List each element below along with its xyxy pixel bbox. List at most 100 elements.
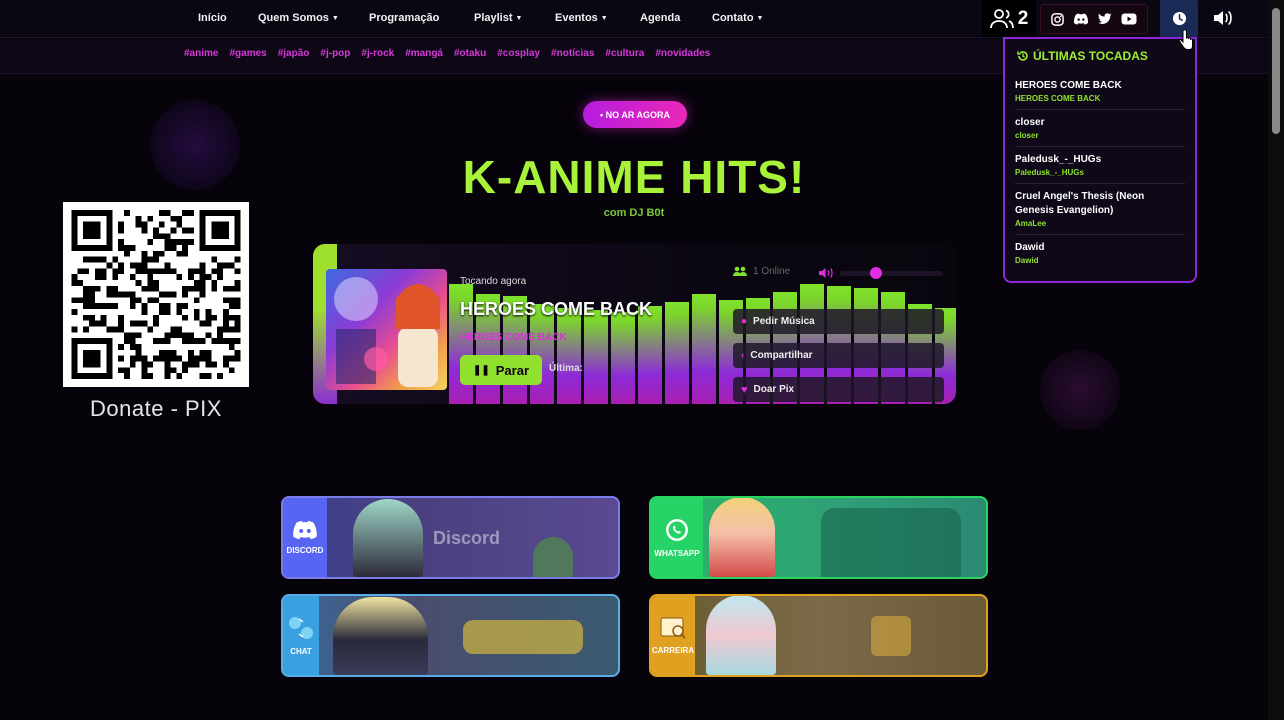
nav-label: Agenda: [640, 12, 681, 24]
tag-link[interactable]: #anime: [184, 48, 218, 59]
chat-icon: [289, 617, 313, 639]
instagram-icon[interactable]: [1051, 12, 1065, 26]
anime-character-art: [353, 499, 423, 577]
recently-played-dropdown: ÚLTIMAS TOCADAS HEROES COME BACK HEROES C…: [1003, 37, 1197, 283]
anime-character-art: [706, 596, 776, 675]
card-title: Discord: [433, 528, 501, 548]
chat-bubble-art: [463, 620, 583, 654]
tag-link[interactable]: #notícias: [551, 48, 594, 59]
radio-player: Tocando agora HEROES COME BACK HEROES CO…: [313, 244, 956, 404]
tag-link[interactable]: #japão: [278, 48, 310, 59]
audio-toggle-button[interactable]: [1212, 9, 1234, 32]
twitter-icon[interactable]: [1097, 13, 1112, 25]
last-track-label: Última:: [549, 363, 583, 374]
discord-card[interactable]: DISCORD Discord: [281, 496, 620, 579]
equalizer-bar: [665, 302, 689, 404]
history-artist: AmaLee: [1015, 219, 1047, 228]
tag-link[interactable]: #novidades: [655, 48, 710, 59]
listeners-count: 2: [1017, 7, 1029, 29]
nav-item-contato[interactable]: Contato ▼: [712, 12, 763, 24]
volume-slider[interactable]: [840, 271, 943, 276]
caret-down-icon: ▼: [600, 14, 608, 22]
mouse-pointer-icon: [1178, 30, 1193, 50]
nav-label: Início: [198, 12, 227, 24]
donate-pix-button[interactable]: ♥ Doar Pix: [733, 377, 944, 402]
history-item[interactable]: closer closer: [1015, 110, 1185, 147]
nav-label: Playlist: [474, 12, 513, 24]
discord-icon[interactable]: [1073, 13, 1089, 25]
heart-icon: ♥: [741, 383, 748, 396]
nav-item-agenda[interactable]: Agenda: [640, 12, 680, 24]
now-playing-label: Tocando agora: [460, 276, 527, 287]
nav-item-eventos[interactable]: Eventos ▼: [555, 12, 608, 24]
phone-art: [821, 508, 961, 577]
scrollbar-thumb[interactable]: [1272, 8, 1280, 134]
tag-link[interactable]: #cosplay: [497, 48, 540, 59]
history-icon: [1017, 51, 1028, 61]
tag-link[interactable]: #mangá: [405, 48, 443, 59]
stop-label: Parar: [495, 362, 529, 378]
discord-icon: [293, 520, 317, 540]
tag-link[interactable]: #j-pop: [320, 48, 350, 59]
online-count: 1 Online: [753, 266, 791, 277]
card-label: WHATSAPP: [654, 549, 700, 558]
nav-item-quem-somos[interactable]: Quem Somos ▼: [258, 12, 339, 24]
decorative-art: [871, 616, 911, 656]
history-artist: Paledusk_-_HUGs: [1015, 168, 1084, 177]
tag-link[interactable]: #otaku: [454, 48, 486, 59]
background-glow: [1040, 350, 1120, 430]
pause-icon: ❚❚: [472, 364, 490, 376]
users-icon: [989, 8, 1014, 28]
tag-link[interactable]: #j-rock: [361, 48, 394, 59]
history-title-row: ÚLTIMAS TOCADAS: [1017, 49, 1185, 63]
live-badge: • NO AR AGORA: [583, 101, 687, 128]
button-label: Pedir Música: [753, 316, 815, 327]
equalizer-bar: [584, 310, 608, 404]
stop-button[interactable]: ❚❚ Parar: [460, 355, 542, 385]
nav-item-playlist[interactable]: Playlist ▼: [474, 12, 522, 24]
history-title: ÚLTIMAS TOCADAS: [1033, 49, 1148, 63]
share-icon: ‹: [741, 350, 745, 361]
share-button[interactable]: ‹ Compartilhar: [733, 343, 944, 368]
pix-qr-code: [63, 202, 249, 387]
tag-list: #anime #games #japão #j-pop #j-rock #mangá #ot…: [184, 48, 710, 59]
career-card[interactable]: CARREIRA: [649, 594, 988, 677]
card-side: CARREIRA: [651, 596, 695, 675]
card-side: DISCORD: [283, 498, 327, 577]
history-item[interactable]: Cruel Angel's Thesis (Neon Genesis Evang…: [1015, 184, 1185, 235]
track-title: HEROES COME BACK: [460, 299, 653, 319]
anime-character-art: [709, 498, 775, 577]
nav-item-programacao[interactable]: Programação: [369, 12, 439, 24]
history-artist: Dawid: [1015, 256, 1039, 265]
equalizer-bar: [557, 308, 581, 404]
history-list: HEROES COME BACK HEROES COME BACK closer cl…: [1015, 73, 1185, 271]
chat-card[interactable]: CHAT: [281, 594, 620, 677]
history-song: Paledusk_-_HUGs: [1015, 154, 1102, 165]
button-label: Compartilhar: [750, 350, 813, 361]
history-song: Dawid: [1015, 242, 1045, 253]
nav-label: Programação: [369, 12, 440, 24]
nav-item-inicio[interactable]: Início: [198, 12, 227, 24]
caret-down-icon: ▼: [331, 14, 339, 22]
caret-down-icon: ▼: [515, 14, 523, 22]
history-song: closer: [1015, 117, 1045, 128]
card-label: DISCORD: [286, 546, 324, 555]
tag-link[interactable]: #games: [229, 48, 266, 59]
whatsapp-icon: [666, 519, 688, 541]
whatsapp-card[interactable]: WHATSAPP: [649, 496, 988, 579]
nav-label: Quem Somos: [258, 12, 329, 24]
nav-label: Eventos: [555, 12, 598, 24]
decorative-art: [533, 537, 573, 577]
qr-code-image: [71, 210, 241, 379]
youtube-icon[interactable]: [1121, 13, 1137, 25]
history-item[interactable]: Dawid Dawid: [1015, 235, 1185, 271]
request-song-button[interactable]: ● Pedir Música: [733, 309, 944, 334]
history-item[interactable]: Paledusk_-_HUGs Paledusk_-_HUGs: [1015, 147, 1185, 184]
history-item[interactable]: HEROES COME BACK HEROES COME BACK: [1015, 73, 1185, 110]
card-label: CARREIRA: [651, 646, 695, 655]
caret-down-icon: ▼: [756, 14, 764, 22]
volume-slider-handle[interactable]: [870, 267, 883, 279]
tag-link[interactable]: #cultura: [605, 48, 644, 59]
volume-icon[interactable]: [818, 266, 833, 284]
speaker-icon: [1214, 11, 1232, 25]
